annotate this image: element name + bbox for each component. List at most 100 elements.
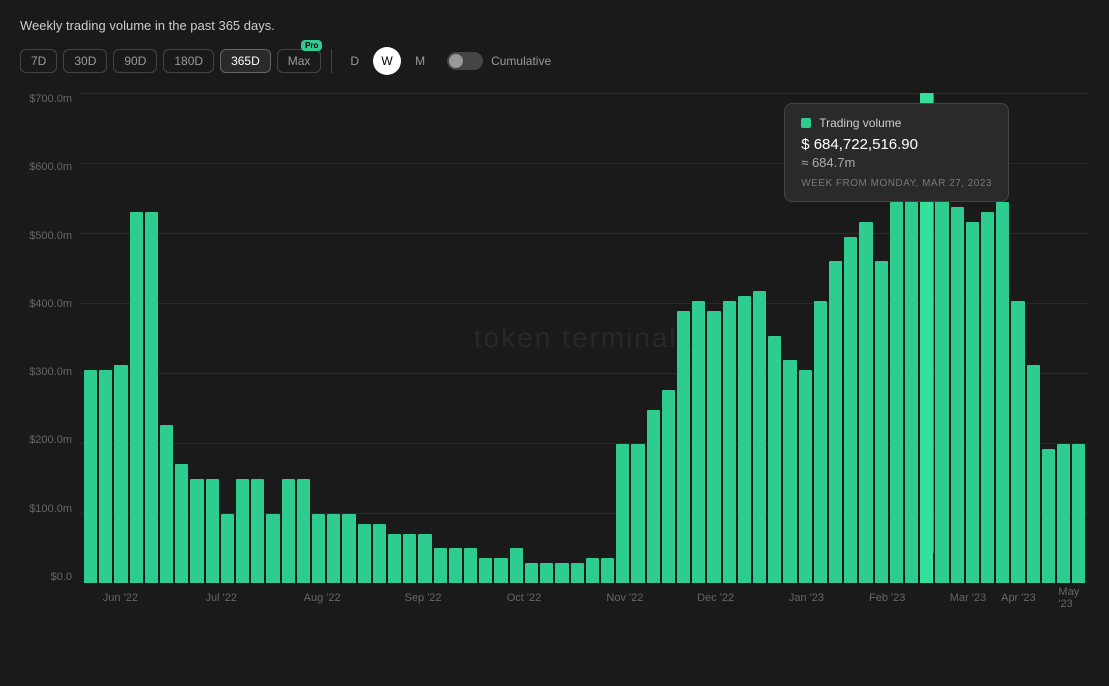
bar-42 bbox=[723, 301, 736, 583]
bar-39 bbox=[677, 311, 690, 583]
x-axis: Jun '22 Jul '22 Aug '22 Sep '22 Oct '22 Nov '… bbox=[80, 583, 1089, 613]
bar-35 bbox=[616, 444, 629, 583]
x-label-6: Dec '22 bbox=[697, 592, 734, 604]
x-label-8: Feb '23 bbox=[869, 592, 905, 604]
bar-6 bbox=[175, 464, 188, 583]
bar-56 bbox=[935, 187, 948, 583]
tooltip-date: WEEK FROM MONDAY, MAR 27, 2023 bbox=[801, 178, 992, 189]
bar-46 bbox=[783, 360, 796, 583]
x-label-0: Jun '22 bbox=[103, 592, 138, 604]
x-label-10: Apr '23 bbox=[1001, 592, 1036, 604]
btn-90d[interactable]: 90D bbox=[113, 49, 157, 73]
toggle-container: Cumulative bbox=[447, 52, 551, 70]
bar-31 bbox=[555, 563, 568, 583]
x-label-4: Oct '22 bbox=[507, 592, 542, 604]
bar-51 bbox=[859, 222, 872, 583]
separator bbox=[331, 49, 332, 73]
bar-45 bbox=[768, 336, 781, 583]
toggle-knob bbox=[449, 54, 463, 68]
y-label-200: $200.0m bbox=[29, 434, 72, 446]
y-label-500: $500.0m bbox=[29, 230, 72, 242]
tooltip-approx: ≈ 684.7m bbox=[801, 155, 992, 170]
bar-24 bbox=[449, 548, 462, 583]
tooltip-label: Trading volume bbox=[819, 116, 901, 130]
bar-11 bbox=[251, 479, 264, 583]
bar-14 bbox=[297, 479, 310, 583]
bar-62 bbox=[1027, 365, 1040, 583]
cumulative-toggle[interactable] bbox=[447, 52, 483, 70]
x-label-5: Nov '22 bbox=[606, 592, 643, 604]
bar-26 bbox=[479, 558, 492, 583]
y-label-0: $0.0 bbox=[51, 571, 72, 583]
bar-44 bbox=[753, 291, 766, 583]
bar-3 bbox=[130, 212, 143, 583]
btn-monthly[interactable]: M bbox=[407, 50, 433, 72]
bar-63 bbox=[1042, 449, 1055, 583]
bar-1 bbox=[99, 370, 112, 583]
btn-weekly[interactable]: W bbox=[373, 47, 401, 75]
bar-49 bbox=[829, 261, 842, 583]
bar-10 bbox=[236, 479, 249, 583]
bar-58 bbox=[966, 222, 979, 583]
bar-54 bbox=[905, 197, 918, 583]
btn-7d[interactable]: 7D bbox=[20, 49, 57, 73]
bar-22 bbox=[418, 534, 431, 583]
bar-25 bbox=[464, 548, 477, 583]
bar-59 bbox=[981, 212, 994, 583]
btn-180d[interactable]: 180D bbox=[163, 49, 214, 73]
bar-36 bbox=[631, 444, 644, 583]
y-label-100: $100.0m bbox=[29, 503, 72, 515]
x-label-3: Sep '22 bbox=[405, 592, 442, 604]
bar-33 bbox=[586, 558, 599, 583]
tooltip-value: $ 684,722,516.90 bbox=[801, 136, 992, 153]
bar-37 bbox=[647, 410, 660, 583]
bar-47 bbox=[799, 370, 812, 583]
btn-365d[interactable]: 365D bbox=[220, 49, 271, 73]
bar-20 bbox=[388, 534, 401, 583]
bar-0 bbox=[84, 370, 97, 583]
x-label-11: May '23 bbox=[1058, 586, 1079, 610]
tooltip-header: Trading volume bbox=[801, 116, 992, 130]
x-label-1: Jul '22 bbox=[206, 592, 237, 604]
x-label-2: Aug '22 bbox=[304, 592, 341, 604]
bar-40 bbox=[692, 301, 705, 583]
btn-max[interactable]: Max Pro bbox=[277, 49, 322, 73]
bar-17 bbox=[342, 514, 355, 583]
bar-28 bbox=[510, 548, 523, 583]
bar-30 bbox=[540, 563, 553, 583]
bar-57 bbox=[951, 207, 964, 583]
bar-65 bbox=[1072, 444, 1085, 583]
bar-61 bbox=[1011, 301, 1024, 583]
x-label-7: Jan '23 bbox=[789, 592, 824, 604]
bar-60 bbox=[996, 202, 1009, 583]
bar-12 bbox=[266, 514, 279, 583]
bar-7 bbox=[190, 479, 203, 583]
cumulative-label: Cumulative bbox=[491, 54, 551, 68]
bar-52 bbox=[875, 261, 888, 583]
bar-50 bbox=[844, 237, 857, 583]
bar-2 bbox=[114, 365, 127, 583]
bar-5 bbox=[160, 425, 173, 583]
btn-daily[interactable]: D bbox=[342, 50, 367, 72]
chart-title: Weekly trading volume in the past 365 da… bbox=[20, 18, 1089, 33]
bar-13 bbox=[282, 479, 295, 583]
bar-15 bbox=[312, 514, 325, 583]
controls-bar: 7D 30D 90D 180D 365D Max Pro D W M Cumul… bbox=[20, 47, 1089, 75]
bar-19 bbox=[373, 524, 386, 583]
pro-badge: Pro bbox=[301, 40, 322, 51]
bar-48 bbox=[814, 301, 827, 583]
bar-8 bbox=[206, 479, 219, 583]
y-label-400: $400.0m bbox=[29, 298, 72, 310]
bar-23 bbox=[434, 548, 447, 583]
bar-43 bbox=[738, 296, 751, 583]
btn-30d[interactable]: 30D bbox=[63, 49, 107, 73]
x-label-9: Mar '23 bbox=[950, 592, 986, 604]
bar-34 bbox=[601, 558, 614, 583]
chart-area: $700.0m $600.0m $500.0m $400.0m $300.0m … bbox=[20, 93, 1089, 613]
bar-38 bbox=[662, 390, 675, 583]
bar-27 bbox=[494, 558, 507, 583]
bar-64 bbox=[1057, 444, 1070, 583]
bar-16 bbox=[327, 514, 340, 583]
bar-41 bbox=[707, 311, 720, 583]
bar-21 bbox=[403, 534, 416, 583]
